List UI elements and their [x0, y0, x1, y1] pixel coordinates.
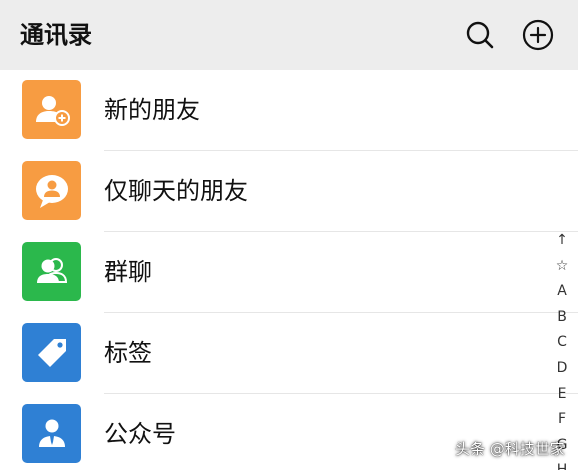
chat-only-friend-icon — [22, 161, 81, 220]
list-item-new-friends[interactable]: 新的朋友 — [0, 70, 578, 151]
index-item-b[interactable]: B — [550, 305, 574, 331]
list-item-label: 标签 — [104, 339, 152, 367]
list-item-chat-only-friends[interactable]: 仅聊天的朋友 — [0, 151, 578, 232]
list-item-label: 群聊 — [104, 258, 152, 286]
official-account-icon — [22, 404, 81, 463]
index-item-f[interactable]: F — [550, 407, 574, 433]
list-item-tags[interactable]: 标签 — [0, 313, 578, 394]
list-item-label: 新的朋友 — [104, 96, 200, 124]
page-title: 通讯录 — [20, 21, 92, 49]
index-item-top[interactable]: ↑ — [550, 228, 574, 254]
index-item-h[interactable]: H — [550, 458, 574, 470]
index-item-starred[interactable]: ☆ — [550, 254, 574, 280]
index-item-a[interactable]: A — [550, 279, 574, 305]
tag-icon — [22, 323, 81, 382]
search-button[interactable] — [464, 19, 496, 51]
add-friend-icon — [22, 80, 81, 139]
alphabet-index-bar[interactable]: ↑ ☆ A B C D E F G H — [550, 228, 574, 470]
search-icon — [466, 21, 494, 49]
group-chat-icon — [22, 242, 81, 301]
index-item-e[interactable]: E — [550, 382, 574, 408]
list-item-label: 公众号 — [104, 420, 176, 448]
plus-circle-icon — [522, 19, 554, 51]
add-button[interactable] — [522, 19, 554, 51]
list-item-group-chats[interactable]: 群聊 — [0, 232, 578, 313]
list-item-label: 仅聊天的朋友 — [104, 177, 248, 205]
header-bar: 通讯录 — [0, 0, 578, 70]
watermark: 头条 @科技世家 — [455, 440, 565, 458]
index-item-d[interactable]: D — [550, 356, 574, 382]
index-item-c[interactable]: C — [550, 330, 574, 356]
